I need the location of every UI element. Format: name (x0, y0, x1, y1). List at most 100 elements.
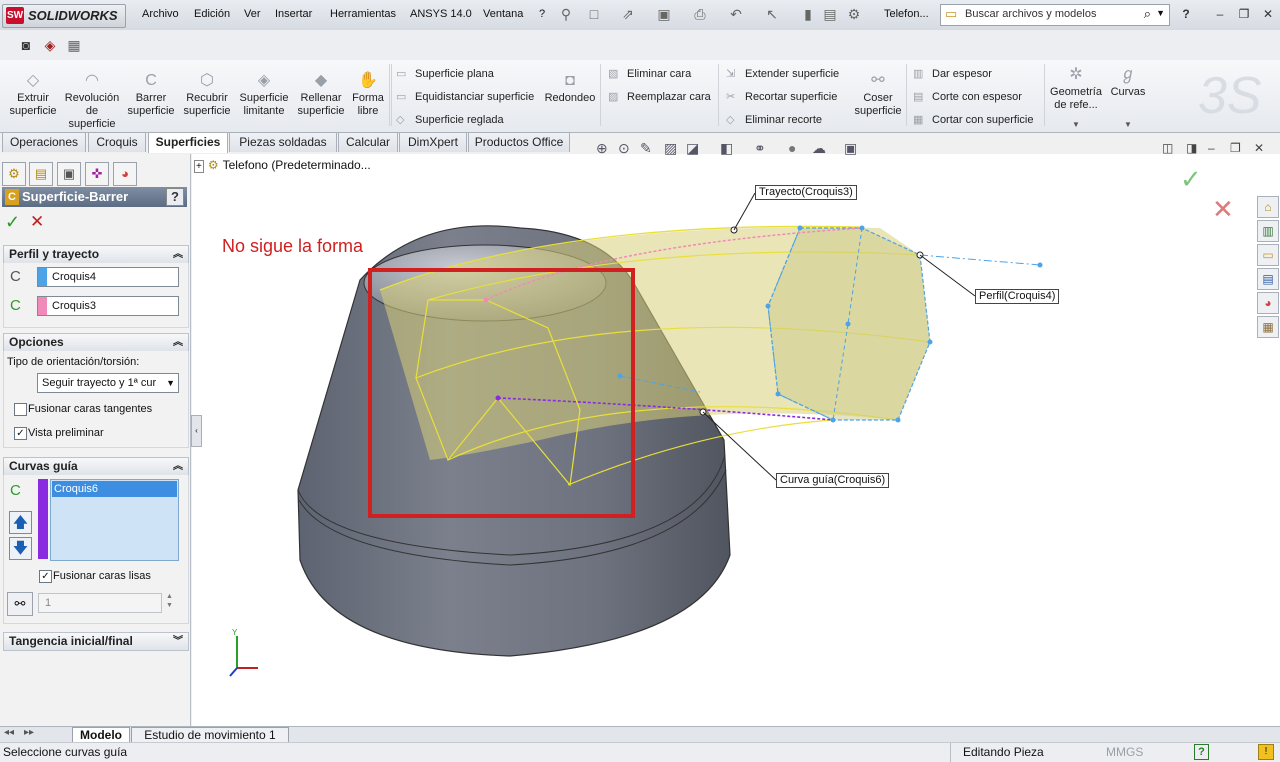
freeform-button[interactable]: ✋ Forma libre (350, 72, 386, 118)
vista-preliminar-checkbox[interactable]: ✓ (14, 427, 27, 440)
callout-curva-guia[interactable]: Curva guía(Croquis6) (776, 473, 890, 488)
list-item[interactable]: Croquis6 (52, 481, 177, 497)
solidworks-logo[interactable]: SW SOLIDWORKS (2, 4, 126, 28)
extend-surface-button[interactable]: ⇲ Extender superficie (726, 67, 839, 80)
feature-manager-tab-icon[interactable]: ⚙ (2, 162, 26, 186)
design-library-icon[interactable]: ▥ (1257, 220, 1279, 242)
search-icon[interactable]: ⌕ (1144, 6, 1151, 22)
move-up-button[interactable]: 🡅 (9, 511, 32, 534)
cancel-x-icon[interactable]: ✕ (1212, 194, 1234, 225)
show-sections-icon[interactable]: ⚯ (7, 592, 33, 616)
new-icon[interactable]: □ (586, 6, 602, 22)
loft-surface-button[interactable]: ⬡ Recubrir superficie (182, 72, 232, 118)
tab-modelo[interactable]: Modelo (72, 727, 130, 743)
cut-with-surface-button[interactable]: ▦ Cortar con superficie (913, 113, 1034, 126)
camera-icon[interactable]: ◙ (18, 37, 34, 53)
rebuild-icon[interactable]: ▮ (800, 6, 816, 22)
custom-properties-icon[interactable]: ▦ (1257, 316, 1279, 338)
fillet-button[interactable]: ◘ Redondeo (542, 72, 598, 105)
delete-face-button[interactable]: ▧ Eliminar cara (608, 67, 691, 80)
status-units[interactable]: MMGS (1106, 745, 1143, 759)
boundary-surface-button[interactable]: ◈ Superficie limitante (238, 72, 290, 118)
cancel-x-icon[interactable]: ✕ (30, 212, 44, 232)
pin-icon[interactable]: ⚲ (558, 6, 574, 22)
tab-croquis[interactable]: Croquis (88, 132, 146, 152)
graphics-viewport[interactable]: ⊕ ⊙ ✎ ▨ ◪ ◧ ⚭ ● ☁ ▣ ◫ ◨ – ❐ ✕ + ⚙ Telefono… (192, 140, 1280, 726)
dimxpert-manager-tab-icon[interactable]: ✜ (85, 162, 109, 186)
scroll-right-icon[interactable]: ▸▸ (24, 727, 34, 738)
view-palette-icon[interactable]: ▤ (1257, 268, 1279, 290)
file-explorer-icon[interactable]: ▭ (1257, 244, 1279, 266)
restore-button[interactable]: ❐ (1230, 141, 1241, 155)
section-perfil-trayecto[interactable]: Perfil y trayecto ︽ (3, 245, 189, 264)
tab-calcular[interactable]: Calcular (338, 132, 398, 152)
trim-surface-button[interactable]: ✂ Recortar superficie (726, 90, 837, 103)
record-icon[interactable]: ◈ (42, 37, 58, 53)
section-tangencia[interactable]: Tangencia inicial/final ︾ (3, 632, 189, 651)
path-selection-field[interactable]: Croquis3 (37, 296, 179, 316)
chevron-down-icon[interactable]: ▼ (1072, 120, 1080, 129)
tile-icon[interactable]: ◫ (1162, 141, 1173, 155)
minimize-button[interactable]: – (1210, 5, 1230, 23)
thicken-button[interactable]: ▥ Dar espesor (913, 67, 992, 80)
tab-piezas-soldadas[interactable]: Piezas soldadas (229, 132, 337, 152)
status-help-icon[interactable]: ? (1194, 744, 1209, 760)
select-icon[interactable]: ↖ (764, 6, 780, 22)
fill-surface-button[interactable]: ◆ Rellenar superficie (296, 72, 346, 118)
property-manager-tab-icon[interactable]: ▤ (29, 162, 53, 186)
spinner-arrows-icon[interactable]: ▲ ▼ (166, 592, 173, 610)
menu-ansys[interactable]: ANSYS 14.0 (410, 8, 472, 20)
knit-surface-button[interactable]: ⚯ Coser superficie (850, 72, 906, 118)
callout-trayecto[interactable]: Trayecto(Croquis3) (755, 185, 857, 200)
minimize-button[interactable]: – (1208, 141, 1215, 155)
curves-button[interactable]: ℊ Curvas (1108, 66, 1148, 99)
tile-icon[interactable]: ◨ (1186, 141, 1197, 155)
search-input[interactable]: ▭ Buscar archivos y modelos ⌕ ▼ (940, 4, 1170, 26)
extrude-surface-button[interactable]: ◇ Extruir superficie (8, 72, 58, 118)
rebuild-status-icon[interactable]: ! (1258, 744, 1274, 760)
menu-ventana[interactable]: Ventana (483, 8, 523, 20)
help-icon[interactable]: ? (1176, 5, 1196, 23)
profile-selection-field[interactable]: Croquis4 (37, 267, 179, 287)
menu-herramientas[interactable]: Herramientas (330, 8, 396, 20)
sweep-surface-button[interactable]: C Barrer superficie (126, 72, 176, 118)
save-icon[interactable]: ▣ (656, 6, 672, 22)
chevron-down-icon[interactable]: ▼ (1124, 120, 1132, 129)
configuration-manager-tab-icon[interactable]: ▣ (57, 162, 81, 186)
revolve-surface-button[interactable]: ◠ Revolución de superficie (62, 72, 122, 131)
confirm-check-icon[interactable]: ✓ (1180, 164, 1202, 195)
ok-check-icon[interactable]: ✓ (5, 212, 20, 233)
scroll-left-icon[interactable]: ◂◂ (4, 727, 14, 738)
ruled-surface-button[interactable]: ◇ Superficie reglada (396, 113, 504, 126)
menu-edicion[interactable]: Edición (194, 8, 230, 20)
menu-archivo[interactable]: Archivo (142, 8, 179, 20)
section-curvas-guia[interactable]: Curvas guía ︽ (3, 457, 189, 476)
menu-ver[interactable]: Ver (244, 8, 261, 20)
appearances-icon[interactable]: ◕ (1257, 292, 1279, 314)
undo-icon[interactable]: ↶ (728, 6, 744, 22)
untrim-button[interactable]: ◇ Eliminar recorte (726, 113, 822, 126)
options-icon[interactable]: ⚙ (846, 6, 862, 22)
fusionar-tangentes-checkbox[interactable] (14, 403, 27, 416)
close-button[interactable]: ✕ (1254, 141, 1264, 155)
close-button[interactable]: ✕ (1258, 5, 1278, 23)
help-button[interactable]: ? (166, 188, 184, 206)
replace-face-button[interactable]: ▨ Reemplazar cara (608, 90, 711, 103)
tab-superficies[interactable]: Superficies (148, 132, 228, 153)
chevron-down-icon[interactable]: ▼ (1156, 8, 1165, 18)
callout-perfil[interactable]: Perfil(Croquis4) (975, 289, 1060, 304)
section-opciones[interactable]: Opciones ︽ (3, 333, 189, 352)
collapse-icon[interactable]: ︽ (173, 334, 183, 351)
guide-curves-list[interactable]: Croquis6 (50, 479, 179, 561)
file-properties-icon[interactable]: ▤ (822, 6, 838, 22)
display-manager-tab-icon[interactable]: ◕ (113, 162, 137, 186)
tab-estudio-movimiento[interactable]: Estudio de movimiento 1 (131, 727, 289, 743)
print-icon[interactable]: ⎙ (692, 6, 708, 22)
reference-geometry-button[interactable]: ✲ Geometría de refe... (1048, 66, 1104, 112)
orientation-dropdown[interactable]: Seguir trayecto y 1ª cur ▼ (37, 373, 179, 393)
move-down-button[interactable]: 🡇 (9, 537, 32, 560)
expand-icon[interactable]: ︾ (173, 633, 183, 650)
offset-surface-button[interactable]: ▭ Equidistanciar superficie (396, 90, 534, 103)
menu-help[interactable]: ? (539, 8, 545, 20)
chevron-down-icon[interactable]: ▼ (166, 374, 175, 392)
